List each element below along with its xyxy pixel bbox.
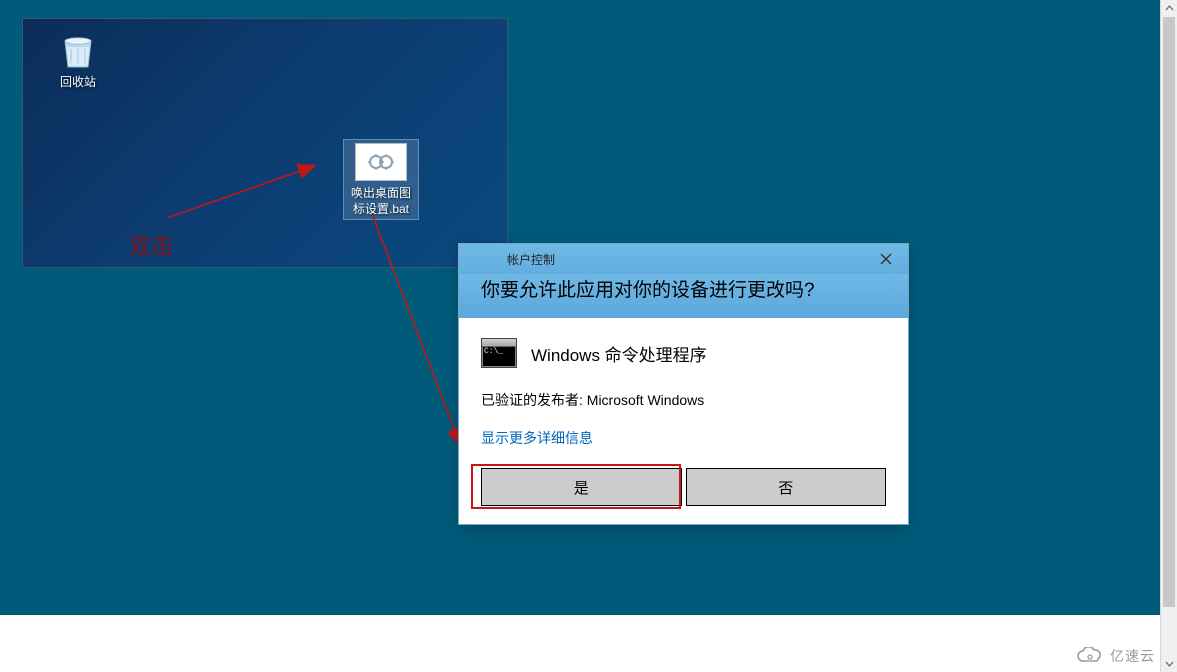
uac-app-row: C:\_ Windows 命令处理程序 (481, 338, 886, 368)
close-icon (880, 253, 892, 265)
bat-file-desktop-icon[interactable]: 唤出桌面图标设置.bat (343, 139, 419, 220)
desktop-screenshot: 回收站 唤出桌面图标设置.bat 双击 (22, 18, 508, 268)
uac-app-name: Windows 命令处理程序 (531, 341, 707, 366)
recycle-bin-desktop-icon[interactable]: 回收站 (43, 29, 113, 90)
vertical-scrollbar[interactable] (1160, 0, 1177, 672)
cmd-icon: C:\_ (481, 338, 517, 368)
watermark-cloud-icon (1076, 647, 1104, 665)
scroll-down-button[interactable] (1161, 655, 1177, 672)
bat-file-label: 唤出桌面图标设置.bat (346, 185, 416, 217)
scroll-thumb[interactable] (1163, 17, 1175, 607)
uac-details-link[interactable]: 显示更多详细信息 (481, 428, 593, 448)
bat-file-thumb-icon (355, 143, 407, 181)
scroll-up-button[interactable] (1161, 0, 1177, 17)
recycle-bin-label: 回收站 (43, 73, 113, 90)
uac-question-text: 你要允许此应用对你的设备进行更改吗? (481, 278, 886, 304)
scroll-track[interactable] (1161, 17, 1177, 655)
no-button[interactable]: 否 (686, 468, 887, 506)
uac-titlebar: 帐户控制 (459, 244, 908, 274)
close-button[interactable] (864, 245, 908, 274)
chevron-down-icon (1165, 659, 1174, 668)
watermark: 亿速云 (1076, 646, 1155, 666)
page-background: 回收站 唤出桌面图标设置.bat 双击 (0, 0, 1160, 615)
recycle-bin-icon (57, 29, 99, 71)
uac-body: C:\_ Windows 命令处理程序 已验证的发布者: Microsoft W… (459, 318, 908, 524)
uac-titlebar-text: 帐户控制 (507, 251, 555, 268)
uac-publisher-text: 已验证的发布者: Microsoft Windows (481, 390, 886, 410)
annotation-double-click: 双击 (129, 229, 173, 261)
yes-button[interactable]: 是 (481, 468, 682, 506)
uac-dialog: 帐户控制 你要允许此应用对你的设备进行更改吗? C:\_ Windows 命令处… (458, 243, 909, 525)
uac-header: 你要允许此应用对你的设备进行更改吗? (459, 274, 908, 318)
chevron-up-icon (1165, 4, 1174, 13)
watermark-text: 亿速云 (1110, 646, 1155, 666)
uac-button-row: 是 否 (481, 468, 886, 506)
